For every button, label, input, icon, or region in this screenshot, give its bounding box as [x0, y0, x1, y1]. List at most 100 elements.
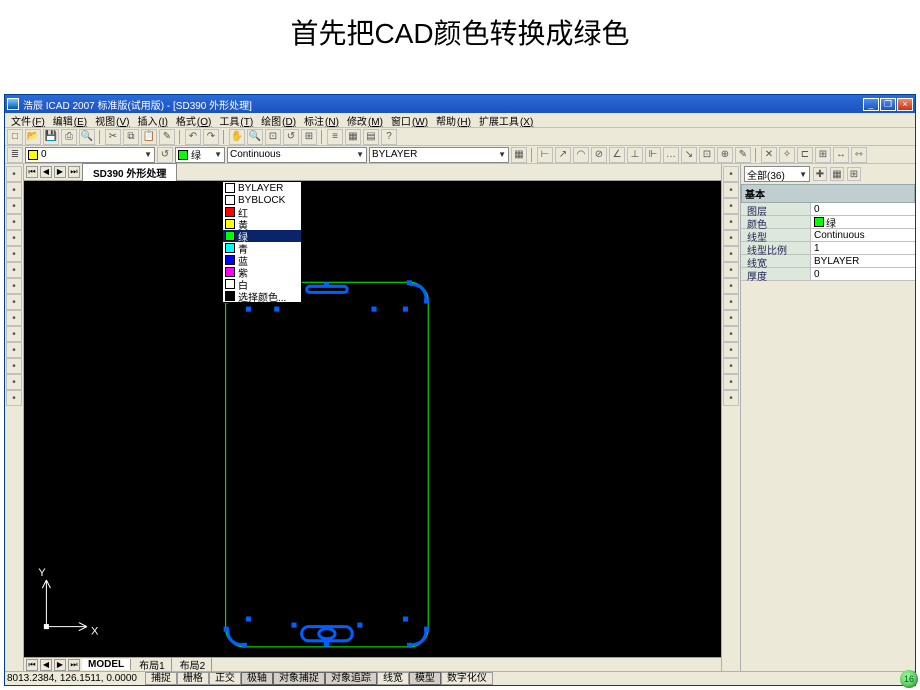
- prop-row-线型[interactable]: 线型Continuous: [741, 229, 915, 242]
- mirror-tool-button[interactable]: •: [723, 198, 739, 214]
- dim-diameter-button[interactable]: ⊘: [591, 147, 607, 163]
- close-button[interactable]: ×: [897, 98, 913, 111]
- prop-row-厚度[interactable]: 厚度0: [741, 268, 915, 281]
- save-button[interactable]: 💾: [43, 129, 59, 145]
- move-button[interactable]: ↔: [833, 147, 849, 163]
- dim-ordinate-button[interactable]: ⊥: [627, 147, 643, 163]
- color-option-紫[interactable]: 紫: [223, 266, 301, 278]
- dim-continue-button[interactable]: …: [663, 147, 679, 163]
- point-tool-button[interactable]: •: [6, 310, 22, 326]
- statusmode-模型[interactable]: 模型: [409, 672, 441, 685]
- dim-aligned-button[interactable]: ↗: [555, 147, 571, 163]
- prop-pickadd-button[interactable]: ⊞: [847, 167, 861, 181]
- layout-prev-button[interactable]: ◀: [40, 659, 52, 671]
- zoom-win-button[interactable]: ⊡: [265, 129, 281, 145]
- copy-button[interactable]: ⧉: [123, 129, 139, 145]
- layer-manager-button[interactable]: ≣: [7, 147, 23, 163]
- layer-dropdown[interactable]: 0 ▼: [25, 147, 155, 163]
- paste-button[interactable]: 📋: [141, 129, 157, 145]
- copy-tool-button[interactable]: •: [723, 182, 739, 198]
- layout-first-button[interactable]: ⏮: [26, 659, 38, 671]
- color-dropdown-list[interactable]: BYLAYERBYBLOCK红黄绿青蓝紫白选择颜色...: [222, 181, 302, 303]
- statusmode-正交[interactable]: 正交: [209, 672, 241, 685]
- layout-next-button[interactable]: ▶: [54, 659, 66, 671]
- redo-button[interactable]: ↷: [203, 129, 219, 145]
- menu-帮助[interactable]: 帮助(H): [432, 113, 475, 128]
- tab-first-button[interactable]: ⏮: [26, 166, 38, 178]
- menu-插入[interactable]: 插入(I): [133, 113, 171, 128]
- statusmode-捕捉[interactable]: 捕捉: [145, 672, 177, 685]
- center-mark-button[interactable]: ⊕: [717, 147, 733, 163]
- array-button[interactable]: ⊞: [815, 147, 831, 163]
- statusmode-极轴[interactable]: 极轴: [241, 672, 273, 685]
- hatch-tool-button[interactable]: •: [6, 342, 22, 358]
- minimize-button[interactable]: _: [863, 98, 879, 111]
- mtext-tool-button[interactable]: •: [6, 390, 22, 406]
- chamfer-tool-button[interactable]: •: [723, 358, 739, 374]
- statusmode-栅格[interactable]: 栅格: [177, 672, 209, 685]
- statusmode-对象捕捉[interactable]: 对象捕捉: [273, 672, 325, 685]
- prop-value[interactable]: 绿: [811, 216, 915, 228]
- dim-baseline-button[interactable]: ⊩: [645, 147, 661, 163]
- explode-tool-button[interactable]: •: [723, 390, 739, 406]
- move-tool-button[interactable]: •: [723, 246, 739, 262]
- prop-row-线型比例[interactable]: 线型比例1: [741, 242, 915, 255]
- menu-扩展工具[interactable]: 扩展工具(X): [475, 113, 537, 128]
- help-button[interactable]: ?: [381, 129, 397, 145]
- statusmode-数字化仪[interactable]: 数字化仪: [441, 672, 493, 685]
- dim-linear-button[interactable]: ⊢: [537, 147, 553, 163]
- cut-button[interactable]: ✂: [105, 129, 121, 145]
- region-tool-button[interactable]: •: [6, 358, 22, 374]
- dim-edit-button[interactable]: ✎: [735, 147, 751, 163]
- dim-angular-button[interactable]: ∠: [609, 147, 625, 163]
- polygon-tool-button[interactable]: •: [6, 198, 22, 214]
- prop-value[interactable]: 0: [811, 268, 915, 280]
- dim-radius-button[interactable]: ◠: [573, 147, 589, 163]
- preview-button[interactable]: 🔍: [79, 129, 95, 145]
- ellipse-tool-button[interactable]: •: [6, 278, 22, 294]
- color-dropdown-trigger[interactable]: 绿 ▼: [175, 147, 225, 163]
- menu-修改[interactable]: 修改(M): [343, 113, 387, 128]
- arc-tool-button[interactable]: •: [6, 230, 22, 246]
- tab-next-button[interactable]: ▶: [54, 166, 66, 178]
- earc-tool-button[interactable]: •: [6, 294, 22, 310]
- erase-button[interactable]: ✕: [761, 147, 777, 163]
- color-option-BYLAYER[interactable]: BYLAYER: [223, 182, 301, 194]
- prop-value[interactable]: 0: [811, 203, 915, 215]
- zoom-prev-button[interactable]: ↺: [283, 129, 299, 145]
- extend-tool-button[interactable]: •: [723, 326, 739, 342]
- prop-filter-dropdown[interactable]: 全部(36) ▼: [744, 166, 810, 182]
- stretch-button[interactable]: ⇿: [851, 147, 867, 163]
- menu-工具[interactable]: 工具(T): [215, 113, 257, 128]
- circle-tool-button[interactable]: •: [6, 246, 22, 262]
- print-button[interactable]: ⎙: [61, 129, 77, 145]
- fillet-tool-button[interactable]: •: [723, 374, 739, 390]
- design-center-button[interactable]: ▦: [345, 129, 361, 145]
- trim-tool-button[interactable]: •: [723, 310, 739, 326]
- offset-button[interactable]: ⊏: [797, 147, 813, 163]
- layer-prev-button[interactable]: ↺: [157, 147, 173, 163]
- menu-视图[interactable]: 视图(V): [91, 113, 133, 128]
- menu-编辑[interactable]: 编辑(E): [49, 113, 91, 128]
- tab-prev-button[interactable]: ◀: [40, 166, 52, 178]
- color-option-青[interactable]: 青: [223, 242, 301, 254]
- pline-tool-button[interactable]: •: [6, 182, 22, 198]
- block-tool-button[interactable]: •: [6, 326, 22, 342]
- stretch-tool-button[interactable]: •: [723, 294, 739, 310]
- document-tab[interactable]: SD390 外形处理: [82, 163, 177, 182]
- leader-button[interactable]: ↘: [681, 147, 697, 163]
- prop-section-header[interactable]: 基本: [741, 184, 915, 203]
- menu-标注[interactable]: 标注(N): [300, 113, 343, 128]
- tolerance-button[interactable]: ⊡: [699, 147, 715, 163]
- layout-last-button[interactable]: ⏭: [68, 659, 80, 671]
- offset-tool-button[interactable]: •: [723, 214, 739, 230]
- undo-button[interactable]: ↶: [185, 129, 201, 145]
- linetype-dropdown[interactable]: Continuous ▼: [227, 147, 367, 163]
- color-option-选择颜色...[interactable]: 选择颜色...: [223, 290, 301, 302]
- prop-value[interactable]: BYLAYER: [811, 255, 915, 267]
- menu-格式[interactable]: 格式(O): [172, 113, 215, 128]
- menu-绘图[interactable]: 绘图(D): [257, 113, 300, 128]
- prop-row-线宽[interactable]: 线宽BYLAYER: [741, 255, 915, 268]
- lineweight-dropdown[interactable]: BYLAYER ▼: [369, 147, 509, 163]
- color-option-黄[interactable]: 黄: [223, 218, 301, 230]
